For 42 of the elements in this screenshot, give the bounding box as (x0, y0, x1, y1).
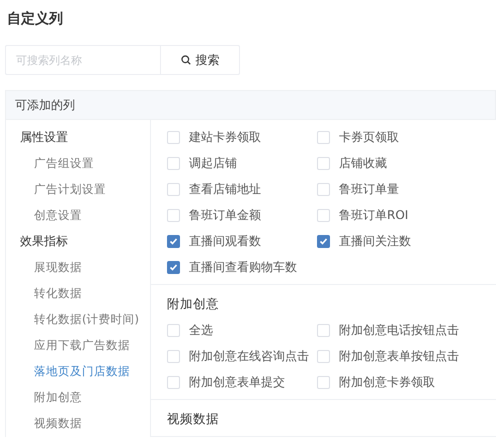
sidebar-item[interactable]: 转化数据(计费时间) (6, 306, 150, 332)
sidebar-item[interactable]: 广告组设置 (6, 150, 150, 176)
sidebar-item[interactable]: 落地页及门店数据 (6, 358, 150, 384)
checkmark-icon (169, 236, 178, 246)
section-header: 可添加的列 (5, 90, 496, 120)
checkmark-icon (319, 236, 328, 246)
option-label: 附加创意表单提交 (189, 374, 285, 390)
category-label: 属性设置 (19, 129, 69, 146)
option-label: 附加创意在线咨询点击 (189, 348, 309, 364)
search-field[interactable]: 可搜索列名称 (5, 45, 160, 75)
section-title: 附加创意 (167, 295, 220, 313)
option-label: 全选 (189, 322, 213, 338)
sidebar-item[interactable]: 创意设置 (6, 202, 150, 228)
option-label: 调起店铺 (189, 154, 237, 172)
option-label: 直播间观看数 (189, 232, 261, 250)
sidebar-item[interactable]: 展现数据 (6, 254, 150, 280)
search-icon (180, 55, 190, 65)
option-label: 鲁班订单量 (339, 180, 399, 198)
category-label: 效果指标 (19, 233, 69, 250)
option-label: 查看店铺地址 (189, 180, 261, 198)
checkbox[interactable] (167, 234, 180, 248)
checkmark-icon (169, 262, 178, 272)
sidebar-item[interactable]: 附加创意 (6, 384, 150, 410)
sidebar-item[interactable]: 应用下载广告数据 (6, 332, 150, 358)
checkbox[interactable] (167, 260, 180, 274)
sidebar-item[interactable]: 转化数据 (6, 280, 150, 306)
option-label: 鲁班订单金额 (189, 206, 261, 224)
option-label: 鲁班订单ROI (339, 206, 408, 224)
option-label: 卡券页领取 (339, 128, 399, 146)
option-label: 直播间关注数 (339, 232, 411, 250)
search-button[interactable]: 搜索 (160, 45, 240, 75)
option-label: 店铺收藏 (339, 154, 387, 172)
option-label: 建站卡券领取 (189, 128, 261, 146)
sidebar-item[interactable]: 广告计划设置 (6, 176, 150, 202)
option-label: 附加创意电话按钮点击 (339, 322, 459, 338)
sidebar-item[interactable]: 视频数据 (6, 410, 150, 436)
dialog-title: 自定义列 (6, 10, 64, 29)
checkbox[interactable] (317, 234, 330, 248)
section-title: 视频数据 (167, 410, 220, 428)
option-label: 附加创意表单按钮点击 (339, 348, 459, 364)
option-label: 附加创意卡券领取 (339, 374, 435, 390)
option-label: 直播间查看购物车数 (189, 258, 297, 276)
